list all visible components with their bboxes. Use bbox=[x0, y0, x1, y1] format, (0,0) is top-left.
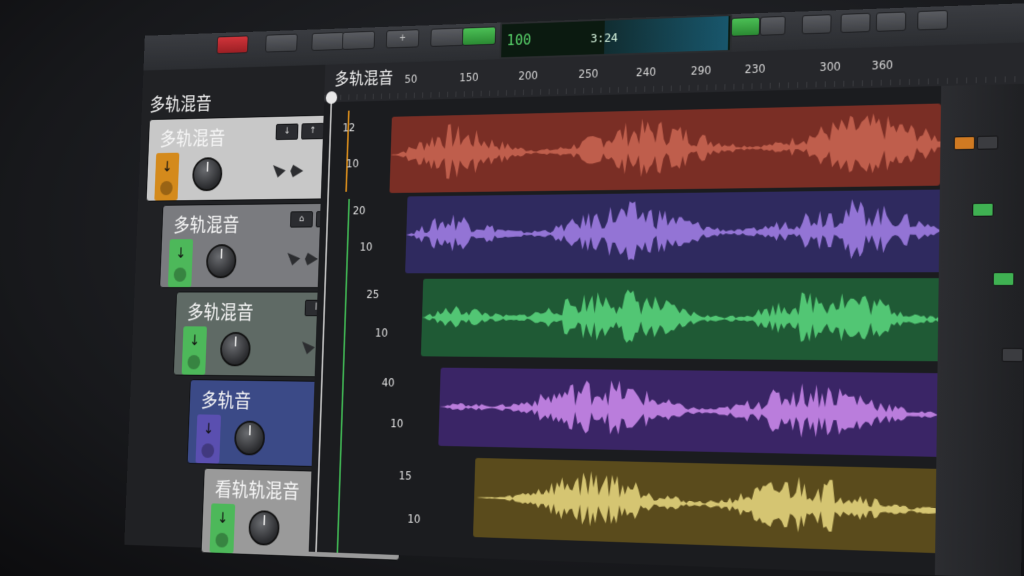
track-header[interactable]: 多轨混音 ↓ ↑ ↓ bbox=[146, 114, 342, 201]
monitor-icon bbox=[215, 533, 228, 548]
track-controls-strip bbox=[935, 84, 1024, 576]
arrow-down-icon: ↓ bbox=[169, 244, 193, 261]
monitor-icon bbox=[174, 268, 187, 282]
monitor-icon bbox=[187, 355, 200, 369]
record-arm-button[interactable]: ↓ bbox=[154, 153, 179, 201]
rewind-button[interactable] bbox=[311, 32, 344, 51]
monitor-button[interactable] bbox=[462, 26, 496, 45]
ruler-tick-label: 150 bbox=[459, 71, 479, 84]
track-active-button[interactable] bbox=[993, 272, 1015, 286]
waveform bbox=[421, 278, 981, 362]
arrow-down-icon: ↓ bbox=[196, 420, 220, 438]
waveform bbox=[405, 189, 961, 273]
track-fader-button[interactable] bbox=[1002, 348, 1024, 362]
track-scale-bottom: 10 bbox=[390, 417, 403, 430]
track-name: 多轨混音 bbox=[173, 210, 240, 237]
monitor-icon bbox=[160, 181, 173, 195]
daw-window: + 100 3:24 多轨混音 多轨混音 ↓ ↑ ↓ 多轨混音 ⌂ ↓ 多轨混音… bbox=[124, 3, 1024, 576]
waveform-shape bbox=[405, 197, 960, 261]
track-name: 多轨混音 bbox=[187, 298, 254, 325]
record-button[interactable] bbox=[217, 35, 249, 54]
transport-button[interactable] bbox=[265, 34, 297, 53]
audio-clip[interactable] bbox=[421, 278, 981, 362]
track-scale-bottom: 10 bbox=[375, 326, 388, 339]
view-button-1[interactable] bbox=[802, 14, 832, 34]
record-arm-button[interactable]: ↓ bbox=[182, 326, 207, 375]
audio-clip[interactable] bbox=[438, 368, 1003, 459]
forward-button[interactable] bbox=[342, 31, 375, 50]
mute-icon[interactable] bbox=[273, 165, 286, 178]
arrow-down-icon: ↓ bbox=[155, 158, 179, 175]
solo-icon[interactable] bbox=[290, 165, 303, 178]
track-input-button[interactable]: ↓ bbox=[276, 124, 299, 141]
panel-title: 多轨混音 bbox=[149, 89, 212, 116]
track-scale-top: 15 bbox=[399, 469, 412, 482]
level-meter bbox=[337, 199, 350, 553]
volume-knob[interactable] bbox=[220, 332, 251, 366]
ruler-tick-label: 290 bbox=[691, 64, 712, 78]
track-fader-button[interactable] bbox=[977, 136, 998, 150]
track-name: 看轨轨混音 bbox=[215, 474, 300, 504]
snap-toggle[interactable] bbox=[731, 17, 760, 37]
grid-button[interactable] bbox=[760, 16, 786, 36]
volume-knob[interactable] bbox=[234, 420, 266, 455]
track-scale-top: 40 bbox=[382, 376, 395, 389]
volume-knob[interactable] bbox=[206, 244, 237, 278]
waveform bbox=[389, 104, 941, 194]
track-scale-bottom: 10 bbox=[346, 157, 359, 170]
track-name: 多轨混音 bbox=[159, 123, 225, 151]
waveform-shape bbox=[421, 290, 981, 346]
audio-clip[interactable] bbox=[389, 104, 941, 194]
track-output-button[interactable]: ↑ bbox=[301, 123, 324, 140]
view-button-3[interactable] bbox=[876, 12, 906, 32]
ruler-tick-label: 230 bbox=[745, 62, 766, 76]
ruler-tick-label: 300 bbox=[819, 60, 840, 74]
record-arm-button[interactable]: ↓ bbox=[210, 503, 236, 553]
add-track-button[interactable]: + bbox=[386, 29, 419, 48]
view-button-4[interactable] bbox=[917, 10, 948, 30]
track-input-button[interactable]: ⌂ bbox=[290, 211, 313, 227]
mute-icon[interactable] bbox=[302, 342, 315, 355]
track-active-button[interactable] bbox=[972, 203, 993, 217]
tracks-area[interactable]: 12 10 20 10 25 10 40 10 15 10 bbox=[309, 84, 1024, 576]
loop-button[interactable] bbox=[430, 28, 464, 47]
display-counter: 100 bbox=[506, 31, 531, 49]
arrow-down-icon: ↓ bbox=[211, 509, 236, 527]
ruler-tick-label: 250 bbox=[578, 67, 598, 81]
screen: + 100 3:24 多轨混音 多轨混音 ↓ ↑ ↓ 多轨混音 ⌂ ↓ 多轨混音… bbox=[0, 0, 1024, 576]
track-color-button[interactable] bbox=[954, 136, 975, 150]
mute-icon[interactable] bbox=[287, 253, 300, 266]
view-button-2[interactable] bbox=[840, 13, 870, 33]
audio-clip[interactable] bbox=[405, 189, 961, 273]
waveform bbox=[438, 368, 1003, 459]
ruler-tick-label: 200 bbox=[518, 69, 538, 82]
display-time: 3:24 bbox=[590, 31, 618, 46]
track-scale-top: 25 bbox=[366, 288, 379, 301]
record-arm-button[interactable]: ↓ bbox=[168, 239, 193, 287]
track-scale-top: 20 bbox=[353, 204, 366, 217]
ruler-tick-label: 50 bbox=[404, 73, 417, 86]
waveform-shape bbox=[390, 112, 941, 181]
ruler-tick-label: 240 bbox=[636, 65, 656, 79]
volume-knob[interactable] bbox=[248, 510, 280, 546]
timeline-title: 多轨混音 bbox=[334, 65, 393, 90]
waveform-shape bbox=[439, 378, 1004, 442]
overview-waveform bbox=[604, 16, 729, 54]
track-name: 多轨音 bbox=[201, 386, 252, 414]
track-scale-bottom: 10 bbox=[407, 512, 420, 526]
solo-icon[interactable] bbox=[305, 253, 318, 266]
monitor-icon bbox=[201, 443, 214, 458]
record-arm-button[interactable]: ↓ bbox=[195, 414, 221, 463]
track-list-panel: 多轨混音 多轨混音 ↓ ↑ ↓ 多轨混音 ⌂ ↓ ↓ 多轨混音 l ↑ ↓ bbox=[124, 65, 326, 552]
track-scale-bottom: 10 bbox=[360, 241, 373, 254]
track-scale-top: 12 bbox=[342, 121, 355, 134]
arrow-down-icon: ↓ bbox=[183, 332, 207, 349]
ruler-tick-label: 360 bbox=[871, 58, 893, 72]
volume-knob[interactable] bbox=[192, 157, 223, 191]
